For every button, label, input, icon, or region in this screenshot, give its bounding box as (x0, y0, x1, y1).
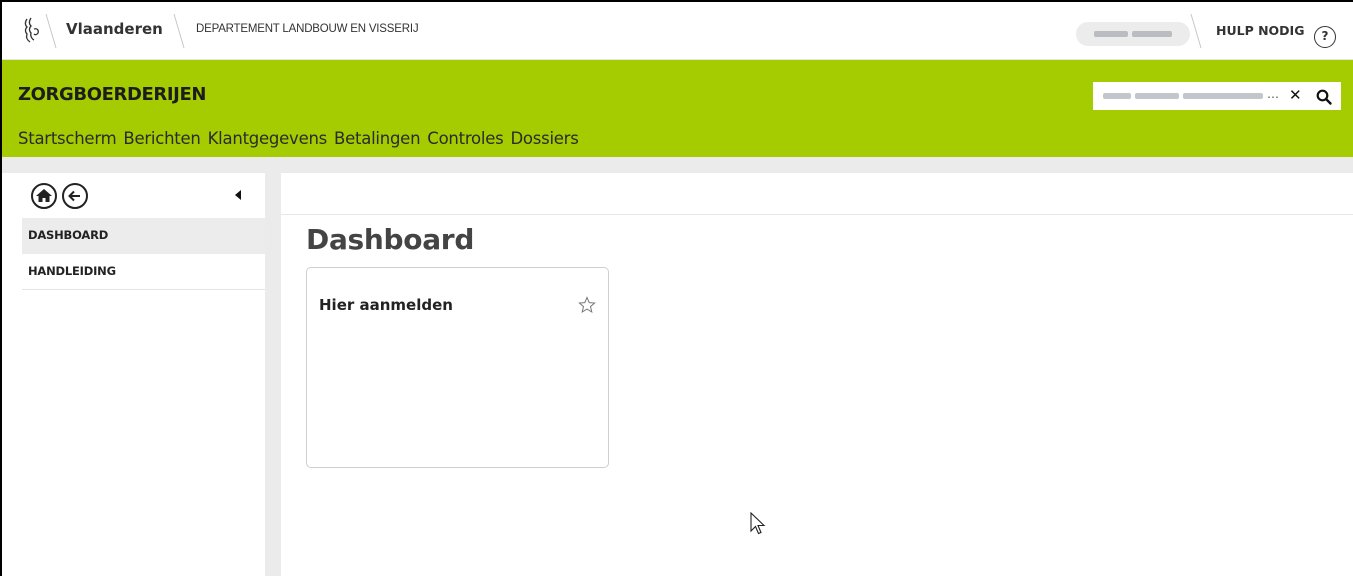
search-icon[interactable] (1315, 88, 1333, 106)
nav-item-dossiers[interactable]: Dossiers (510, 129, 578, 148)
help-link[interactable]: HULP NODIG (1216, 23, 1304, 38)
sidebar-item-handleiding[interactable]: HANDLEIDING (22, 254, 265, 290)
app-bar: ZORGBOERDERIJEN … ✕ Startscherm Berichte… (2, 60, 1353, 157)
brand-name[interactable]: Vlaanderen (66, 20, 163, 38)
nav-item-controles[interactable]: Controles (427, 129, 503, 148)
sidebar-gutter (265, 173, 281, 576)
home-icon (36, 189, 52, 202)
search-value-redacted (1183, 93, 1263, 99)
sidebar-item-label: DASHBOARD (28, 228, 109, 242)
user-name-redacted (1132, 31, 1172, 37)
dashboard-card[interactable]: Hier aanmelden (306, 267, 609, 468)
lion-logo-icon[interactable] (22, 16, 42, 46)
main-toolbar-divider (281, 214, 1353, 215)
sidebar-item-label: HANDLEIDING (28, 264, 116, 278)
nav-item-startscherm[interactable]: Startscherm (18, 129, 117, 148)
search-value-redacted (1103, 93, 1131, 99)
header-separator (1190, 14, 1202, 48)
clear-icon[interactable]: ✕ (1289, 86, 1302, 104)
search-input[interactable]: … ✕ (1093, 82, 1341, 110)
help-icon[interactable]: ? (1314, 26, 1336, 48)
nav-item-betalingen[interactable]: Betalingen (334, 129, 421, 148)
back-arrow-icon (68, 190, 80, 202)
user-name-redacted (1094, 31, 1128, 37)
back-button[interactable] (62, 183, 88, 209)
nav-item-berichten[interactable]: Berichten (123, 129, 200, 148)
search-ellipsis: … (1267, 87, 1279, 101)
nav-item-klantgegevens[interactable]: Klantgegevens (208, 129, 328, 148)
page-title: Dashboard (306, 223, 475, 256)
user-account-button[interactable] (1076, 22, 1190, 46)
star-outline-icon[interactable] (578, 296, 596, 314)
collapse-left-icon[interactable] (234, 189, 242, 201)
mouse-cursor-icon (750, 512, 766, 535)
app-title[interactable]: ZORGBOERDERIJEN (18, 84, 206, 105)
header-separator (173, 14, 185, 48)
home-button[interactable] (31, 183, 57, 209)
card-title[interactable]: Hier aanmelden (319, 296, 453, 314)
header-divider-strip (2, 157, 1353, 173)
header-separator (45, 14, 57, 48)
main-nav: Startscherm Berichten Klantgegevens Beta… (18, 129, 586, 148)
department-name[interactable]: DEPARTEMENT LANDBOUW EN VISSERIJ (196, 23, 419, 35)
sidebar: DASHBOARD HANDLEIDING (2, 173, 265, 576)
sidebar-item-dashboard[interactable]: DASHBOARD (22, 218, 265, 254)
search-value-redacted (1135, 93, 1179, 99)
global-header: Vlaanderen DEPARTEMENT LANDBOUW EN VISSE… (2, 2, 1353, 60)
